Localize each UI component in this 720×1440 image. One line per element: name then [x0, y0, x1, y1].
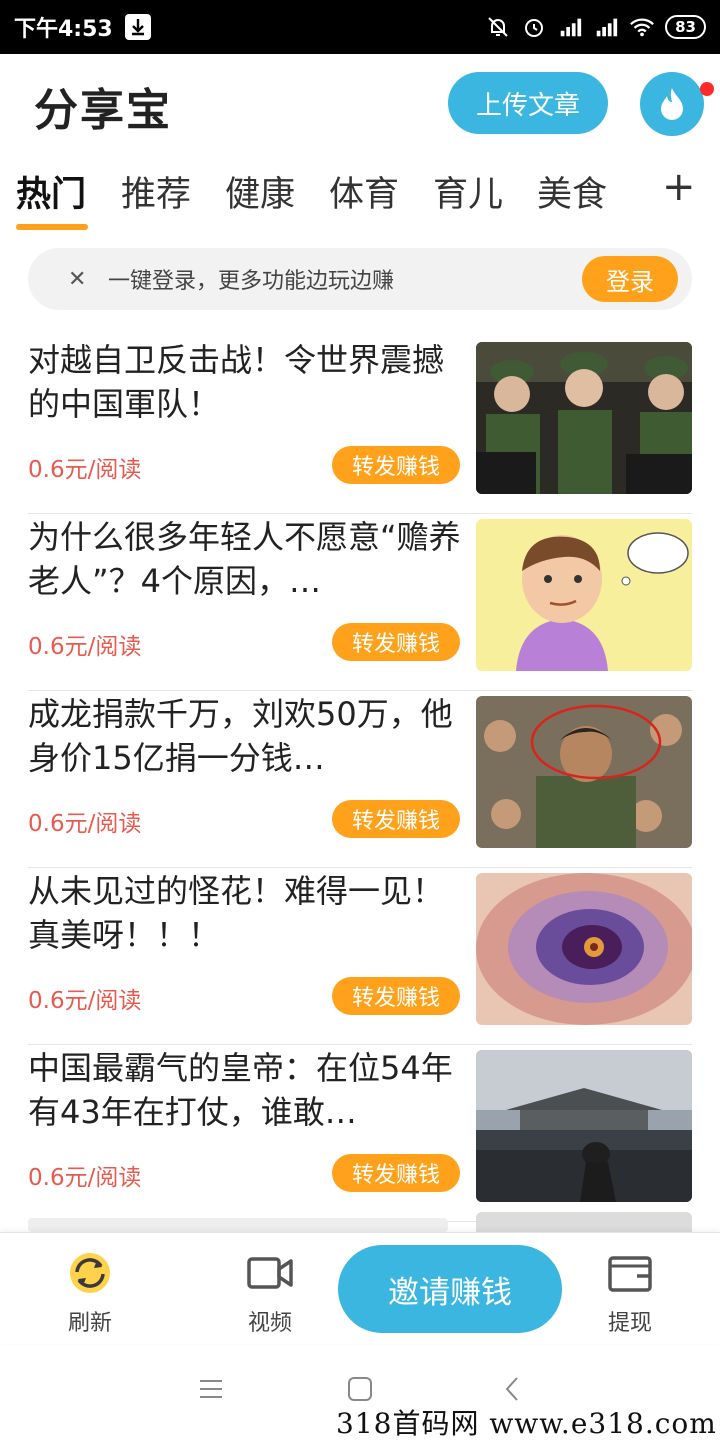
- tab-sports[interactable]: 体育: [329, 166, 399, 217]
- nav-refresh-label: 刷新: [67, 1311, 112, 1336]
- article-thumbnail[interactable]: [476, 519, 692, 671]
- notification-dot: [700, 82, 714, 96]
- wallet-icon: [606, 1249, 654, 1297]
- download-icon: [124, 14, 151, 40]
- bottom-navigation: 刷新 视频 邀请赚钱 提现: [0, 1232, 720, 1344]
- next-article-peek: [0, 1212, 720, 1232]
- mute-bell-icon: [485, 14, 511, 40]
- status-bar: 下午4:53 83: [0, 0, 720, 54]
- flame-icon: [661, 88, 683, 120]
- invite-earn-button[interactable]: 邀请赚钱: [338, 1245, 562, 1333]
- status-time: 下午4:53: [14, 17, 113, 42]
- share-earn-button[interactable]: 转发赚钱: [332, 800, 460, 838]
- article-title[interactable]: 对越自卫反击战！令世界震撼的中国軍队！: [28, 338, 464, 426]
- tab-health[interactable]: 健康: [225, 166, 295, 217]
- nav-video[interactable]: 视频: [220, 1249, 320, 1337]
- battery-indicator: 83: [665, 15, 706, 39]
- signal-icon-1: [557, 14, 583, 40]
- article-title[interactable]: 从未见过的怪花！难得一见！真美呀！！！: [28, 869, 464, 957]
- app-title: 分享宝: [34, 85, 172, 136]
- watermark-text: 318首码网 www.e318.com: [336, 1407, 717, 1440]
- menu-icon[interactable]: [198, 1376, 224, 1406]
- signal-icon-2: [593, 14, 619, 40]
- article-title[interactable]: 成龙捐款千万，刘欢50万，他身价15亿捐一分钱…: [28, 692, 464, 780]
- tab-recommend[interactable]: 推荐: [121, 166, 191, 217]
- nav-video-label: 视频: [247, 1311, 292, 1336]
- article-item[interactable]: 中国最霸气的皇帝：在位54年有43年在打仗，谁敢… 0.6元/阅读 转发赚钱: [28, 1046, 692, 1222]
- hot-button[interactable]: [640, 72, 704, 136]
- article-item[interactable]: 成龙捐款千万，刘欢50万，他身价15亿捐一分钱… 0.6元/阅读 转发赚钱: [28, 692, 692, 868]
- tab-parenting[interactable]: 育儿: [433, 166, 503, 217]
- article-price: 0.6元/阅读: [28, 1165, 142, 1191]
- alarm-icon: [521, 14, 547, 40]
- article-item[interactable]: 对越自卫反击战！令世界震撼的中国軍队！ 0.6元/阅读 转发赚钱: [28, 338, 692, 514]
- app-header: 分享宝 上传文章: [0, 54, 720, 154]
- share-earn-button[interactable]: 转发赚钱: [332, 446, 460, 484]
- video-camera-icon: [246, 1249, 294, 1297]
- nav-withdraw-label: 提现: [607, 1311, 652, 1336]
- tab-food[interactable]: 美食: [537, 166, 607, 217]
- article-title[interactable]: 中国最霸气的皇帝：在位54年有43年在打仗，谁敢…: [28, 1046, 464, 1134]
- article-item[interactable]: 从未见过的怪花！难得一见！真美呀！！！ 0.6元/阅读 转发赚钱: [28, 869, 692, 1045]
- article-price: 0.6元/阅读: [28, 457, 142, 483]
- nav-withdraw[interactable]: 提现: [580, 1249, 680, 1337]
- login-button[interactable]: 登录: [582, 256, 678, 302]
- article-title[interactable]: 为什么很多年轻人不愿意“赡养老人”？4个原因，…: [28, 515, 464, 603]
- share-earn-button[interactable]: 转发赚钱: [332, 623, 460, 661]
- article-thumbnail[interactable]: [476, 696, 692, 848]
- article-item[interactable]: 为什么很多年轻人不愿意“赡养老人”？4个原因，… 0.6元/阅读 转发赚钱: [28, 515, 692, 691]
- article-thumbnail[interactable]: [476, 342, 692, 494]
- share-earn-button[interactable]: 转发赚钱: [332, 1154, 460, 1192]
- refresh-icon: [66, 1249, 114, 1297]
- close-icon[interactable]: ✕: [68, 267, 90, 292]
- nav-refresh[interactable]: 刷新: [40, 1249, 140, 1337]
- wifi-icon: [629, 14, 655, 40]
- tab-hot[interactable]: 热门: [16, 166, 86, 217]
- article-thumbnail[interactable]: [476, 873, 692, 1025]
- article-price: 0.6元/阅读: [28, 811, 142, 837]
- article-price: 0.6元/阅读: [28, 634, 142, 660]
- active-tab-indicator: [16, 224, 88, 230]
- upload-article-button[interactable]: 上传文章: [448, 72, 608, 134]
- add-tab-button[interactable]: +: [662, 164, 696, 210]
- share-earn-button[interactable]: 转发赚钱: [332, 977, 460, 1015]
- article-price: 0.6元/阅读: [28, 988, 142, 1014]
- category-tabs: 热门 推荐 健康 体育 育儿 美食 +: [0, 160, 720, 232]
- login-banner: ✕ 一键登录，更多功能边玩边赚 登录: [28, 248, 692, 310]
- article-thumbnail[interactable]: [476, 1050, 692, 1202]
- login-prompt-text: 一键登录，更多功能边玩边赚: [108, 269, 395, 294]
